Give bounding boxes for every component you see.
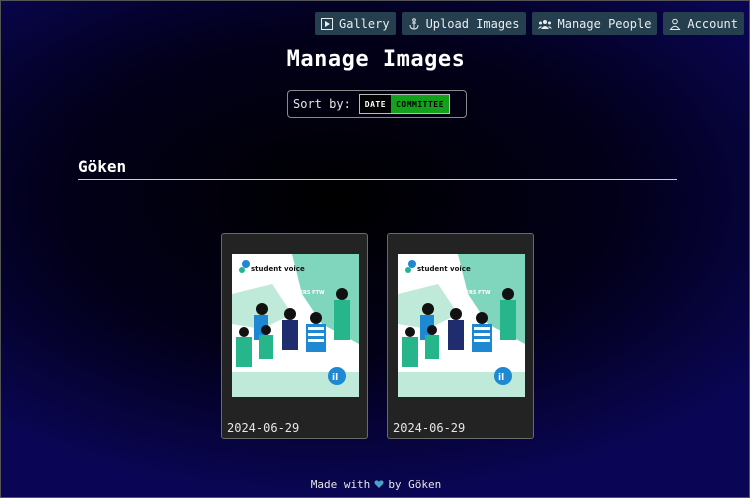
poster-brand: student voice [251, 265, 305, 273]
footer-suffix: by Göken [388, 478, 442, 491]
page-title: Manage Images [286, 47, 466, 72]
sort-toggle: DATE COMMITTEE [358, 94, 450, 114]
manage-people-label: Manage People [557, 16, 652, 31]
upload-images-button[interactable]: Upload Images [401, 12, 526, 35]
poster-banner: CHICHERS FTW [448, 290, 491, 296]
section-title: Göken [78, 157, 677, 180]
gallery-button[interactable]: Gallery [315, 12, 396, 35]
top-nav: Gallery Upload Images Manage People Acco… [315, 12, 744, 35]
image-thumbnail[interactable]: student voice CHICHERS FTW il [398, 254, 525, 397]
account-button[interactable]: Account [663, 12, 744, 35]
image-card[interactable]: student voice CHICHERS FTW il 2024-06-29 [387, 233, 534, 439]
svg-text:il: il [332, 373, 338, 383]
people-icon [537, 19, 552, 29]
play-icon [321, 17, 333, 30]
svg-text:il: il [498, 373, 504, 383]
sort-committee-button[interactable]: COMMITTEE [391, 95, 449, 113]
manage-people-button[interactable]: Manage People [531, 12, 658, 35]
poster-illustration: student voice CHICHERS FTW il [232, 254, 359, 397]
heart-icon [374, 480, 384, 488]
sort-bar: Sort by: DATE COMMITTEE [287, 90, 467, 118]
image-date: 2024-06-29 [227, 421, 300, 435]
anchor-icon [409, 17, 419, 30]
sort-label: Sort by: [293, 97, 351, 111]
poster-banner: CHICHERS FTW [282, 290, 325, 296]
footer: Made with by Göken [1, 478, 750, 491]
image-date: 2024-06-29 [393, 421, 466, 435]
gallery-label: Gallery [339, 16, 390, 31]
upload-images-label: Upload Images [425, 16, 520, 31]
account-label: Account [687, 16, 738, 31]
image-grid: student voice CHICHERS FTW il 2024-06-29 [221, 233, 534, 439]
footer-prefix: Made with [310, 478, 371, 491]
user-icon [669, 18, 681, 30]
poster-illustration: student voice CHICHERS FTW il [398, 254, 525, 397]
poster-brand: student voice [417, 265, 471, 273]
image-card[interactable]: student voice CHICHERS FTW il 2024-06-29 [221, 233, 368, 439]
image-thumbnail[interactable]: student voice CHICHERS FTW il [232, 254, 359, 397]
sort-date-button[interactable]: DATE [359, 95, 392, 113]
